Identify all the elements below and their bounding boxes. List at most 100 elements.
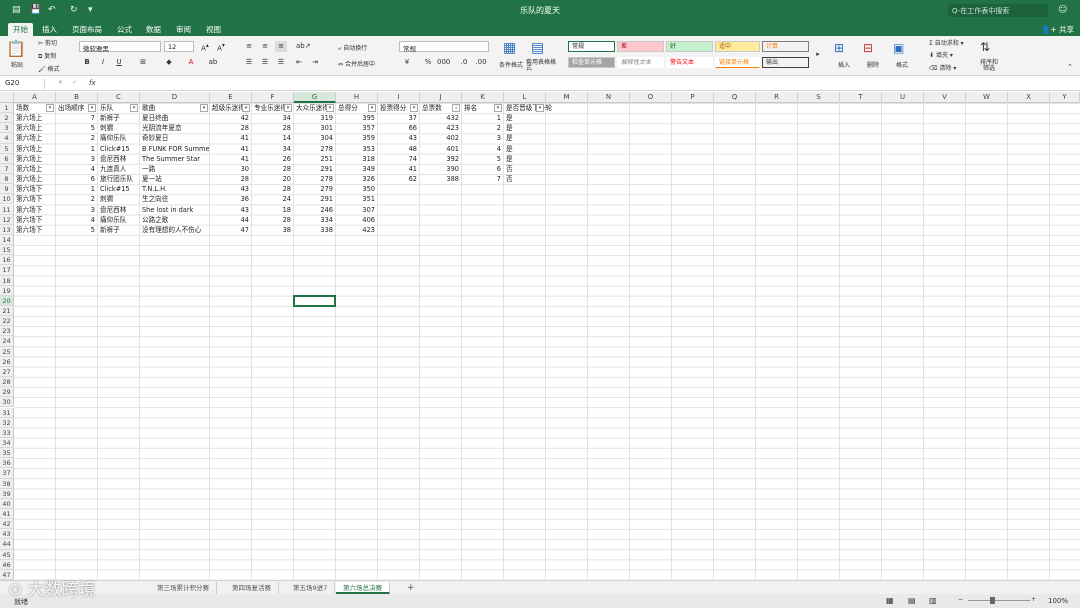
format-painter-button[interactable]: 🖌 格式 [38,64,60,73]
filter-dropdown-icon[interactable]: ▾ [326,104,334,112]
table-cell[interactable]: 28 [252,164,293,174]
style-calculation[interactable]: 计算 [762,41,809,52]
table-cell[interactable]: The Summer Star [140,154,209,164]
search-input[interactable]: Q-在工作表中搜索 [948,4,1048,17]
tab-home[interactable]: 开始 [8,23,33,36]
wrap-text-button[interactable]: ⤶ 自动换行 [338,43,367,53]
align-left-icon[interactable]: ☰ [243,57,255,68]
align-top-icon[interactable]: ≡ [243,41,255,52]
row-header-38[interactable]: 38 [0,478,14,489]
table-cell[interactable]: 刺猬 [98,123,139,133]
table-cell[interactable]: 九连真人 [98,164,139,174]
filter-dropdown-icon[interactable]: ▾ [284,104,292,112]
row-header-15[interactable]: 15 [0,245,14,256]
table-cell[interactable]: 旅行团乐队 [98,174,139,184]
row-header-21[interactable]: 21 [0,306,14,317]
column-header-g[interactable]: G [294,92,336,103]
formula-input[interactable] [104,79,1074,89]
table-cell[interactable]: 第六场下 [14,205,55,215]
table-cell[interactable]: 334 [294,215,335,225]
column-header-s[interactable]: S [798,92,840,103]
table-cell[interactable]: 4 [56,215,97,225]
table-cell[interactable]: 没有理想的人不伤心 [140,225,209,235]
column-header-i[interactable]: I [378,92,420,103]
format-cells-icon[interactable]: ▣ [893,41,904,55]
table-cell[interactable]: 338 [294,225,335,235]
row-header-31[interactable]: 31 [0,407,14,418]
table-cell[interactable]: 1 [56,184,97,194]
column-header-j[interactable]: J [420,92,462,103]
align-middle-icon[interactable]: ≡ [259,41,271,52]
table-cell[interactable]: 5 [56,225,97,235]
table-cell[interactable]: 279 [294,184,335,194]
table-cell[interactable]: 是 [504,113,545,123]
filter-dropdown-icon[interactable]: ▾ [46,104,54,112]
table-cell[interactable]: 6 [462,164,503,174]
add-sheet-button[interactable]: + [400,582,422,594]
number-format-select[interactable]: 常规 [399,41,489,53]
page-layout-view-icon[interactable]: ▤ [908,596,916,605]
table-cell[interactable]: 351 [336,194,377,204]
table-cell[interactable]: 是 [504,154,545,164]
table-cell[interactable]: 第六场上 [14,133,55,143]
header-cell[interactable]: 是否晋级下一轮 [504,103,562,113]
row-header-10[interactable]: 10 [0,194,14,205]
table-cell[interactable]: 432 [420,113,461,123]
fill-button[interactable]: ⬇ 填充 ▾ [929,50,953,59]
column-header-q[interactable]: Q [714,92,756,103]
format-label[interactable]: 格式 [896,60,908,69]
table-cell[interactable]: 否 [504,174,545,184]
table-cell[interactable]: 一路 [140,164,209,174]
table-cell[interactable]: 251 [294,154,335,164]
style-bad[interactable]: 差 [617,41,664,52]
row-header-29[interactable]: 29 [0,387,14,398]
table-cell[interactable]: 26 [252,154,293,164]
column-header-v[interactable]: V [924,92,966,103]
row-header-40[interactable]: 40 [0,498,14,509]
table-cell[interactable]: 新裤子 [98,113,139,123]
styles-more-icon[interactable]: ▸ [812,49,824,60]
table-cell[interactable]: 第六场上 [14,154,55,164]
table-cell[interactable]: 第六场下 [14,215,55,225]
column-header-x[interactable]: X [1008,92,1050,103]
table-cell[interactable]: 28 [252,123,293,133]
row-header-39[interactable]: 39 [0,488,14,499]
row-header-20[interactable]: 20 [0,295,14,306]
table-cell[interactable]: 第六场上 [14,123,55,133]
table-cell[interactable]: 357 [336,123,377,133]
table-cell[interactable]: 光阴流年夏恋 [140,123,209,133]
filter-dropdown-icon[interactable]: ⇣ [452,104,460,112]
table-cell[interactable]: 生之向往 [140,194,209,204]
table-cell[interactable]: 44 [210,215,251,225]
indent-icon[interactable]: ⇥ [309,57,321,68]
column-header-a[interactable]: A [14,92,56,103]
selected-cell[interactable] [293,294,336,307]
increase-decimal-icon[interactable]: .0 [458,57,470,68]
filter-dropdown-icon[interactable]: ▾ [200,104,208,112]
table-cell[interactable]: 406 [336,215,377,225]
tab-view[interactable]: 视图 [201,23,226,36]
bold-button[interactable]: B [81,57,93,68]
table-cell[interactable]: 41 [210,133,251,143]
table-cell[interactable]: 34 [252,113,293,123]
tab-insert[interactable]: 插入 [37,23,62,36]
row-header-1[interactable]: 1 [0,103,14,114]
format-table-label[interactable]: 套用表格格式 [526,60,556,72]
table-cell[interactable]: 349 [336,164,377,174]
table-cell[interactable]: 3 [56,205,97,215]
table-cell[interactable]: 423 [420,123,461,133]
table-cell[interactable]: 5 [462,154,503,164]
row-header-7[interactable]: 7 [0,163,14,175]
tab-formulas[interactable]: 公式 [112,23,137,36]
table-cell[interactable]: 38 [252,225,293,235]
row-header-45[interactable]: 45 [0,549,14,560]
align-center-icon[interactable]: ☰ [259,57,271,68]
normal-view-icon[interactable]: ▦ [886,596,894,605]
row-header-19[interactable]: 19 [0,285,14,296]
table-cell[interactable]: 24 [252,194,293,204]
phonetic-icon[interactable]: ab [207,57,219,68]
italic-button[interactable]: I [97,57,109,68]
column-header-r[interactable]: R [756,92,798,103]
tab-page-layout[interactable]: 页面布局 [67,23,107,36]
filter-dropdown-icon[interactable]: ▾ [536,104,544,112]
